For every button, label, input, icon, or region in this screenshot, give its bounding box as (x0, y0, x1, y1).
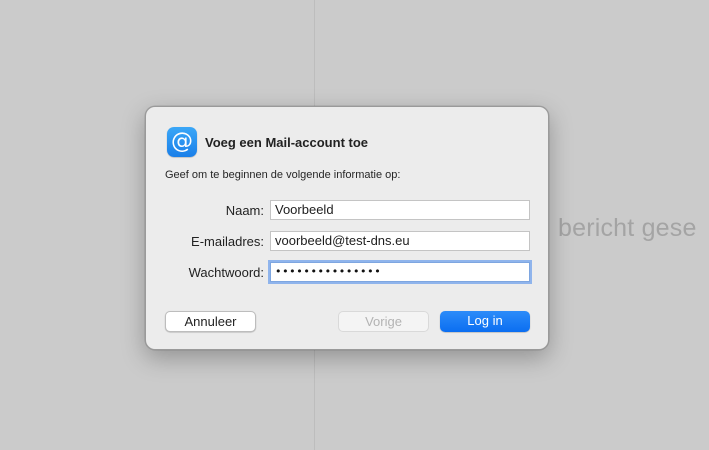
email-field[interactable]: voorbeeld@test-dns.eu (270, 231, 530, 251)
password-field[interactable]: ••••••••••••••• (270, 262, 530, 282)
login-button[interactable]: Log in (440, 311, 530, 332)
at-sign-icon: @ (167, 127, 197, 157)
name-label: Naam: (225, 203, 264, 218)
add-mail-account-dialog: @ Voeg een Mail-account toe Geef om te b… (145, 106, 549, 350)
email-label: E-mailadres: (191, 234, 264, 249)
background-message-text: bericht gese (558, 214, 697, 242)
name-field[interactable]: Voorbeeld (270, 200, 530, 220)
dialog-title: Voeg een Mail-account toe (205, 135, 369, 150)
previous-button[interactable]: Vorige (338, 311, 429, 332)
cancel-button[interactable]: Annuleer (165, 311, 256, 332)
password-label: Wachtwoord: (188, 265, 264, 280)
dialog-instruction: Geef om te beginnen de volgende informat… (165, 169, 401, 181)
